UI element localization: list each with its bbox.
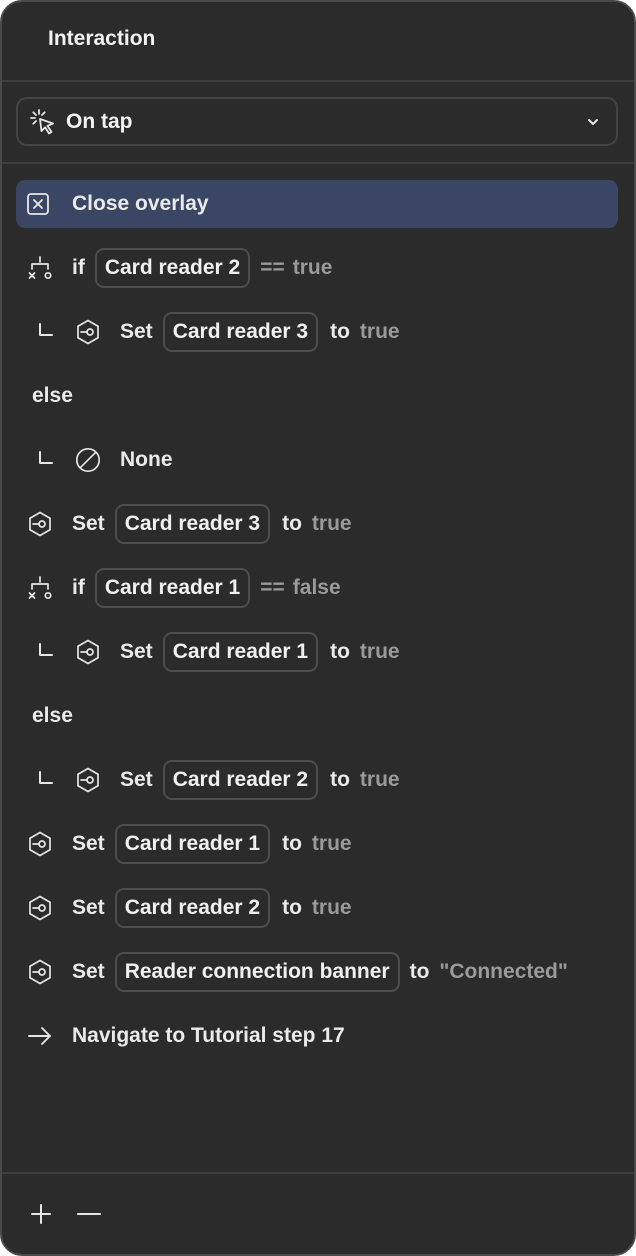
variable-chip[interactable]: Card reader 1 [94,568,251,608]
trigger-dropdown[interactable]: On tap [16,97,618,146]
interaction-panel: Interaction On tap Close overlay if Card… [0,0,636,1256]
variable-chip[interactable]: Card reader 3 [162,312,319,352]
value: true [311,832,352,855]
to-keyword: to [330,320,350,343]
elbow-connector-icon [39,323,53,336]
none-label: None [120,448,173,471]
set-variable-icon [26,958,54,986]
action-else: else [16,692,618,740]
action-if[interactable]: if Card reader 1 == false [16,564,618,612]
action-set[interactable]: Set Card reader 2 to true [16,884,618,932]
else-keyword: else [32,704,73,727]
minus-icon[interactable] [76,1201,102,1227]
branch-icon [26,574,54,602]
panel-footer [2,1172,634,1254]
trigger-section: On tap [2,82,634,164]
close-box-icon [24,190,52,218]
set-keyword: Set [120,640,153,663]
variable-chip[interactable]: Card reader 1 [114,824,271,864]
action-set[interactable]: Set Card reader 3 to true [16,500,618,548]
variable-chip[interactable]: Reader connection banner [114,952,400,992]
operator: == [260,256,285,279]
action-set[interactable]: Set Card reader 1 to true [16,820,618,868]
value: true [311,512,352,535]
trigger-label: On tap [66,109,133,133]
elbow-connector-icon [39,643,53,656]
set-keyword: Set [120,320,153,343]
set-variable-icon [26,894,54,922]
set-keyword: Set [72,960,105,983]
tap-sparkle-icon [28,107,58,137]
value: true [359,320,400,343]
action-set[interactable]: Set Card reader 1 to true [16,628,618,676]
action-set[interactable]: Set Reader connection banner to "Connect… [16,948,618,996]
action-if[interactable]: if Card reader 2 == true [16,244,618,292]
action-set[interactable]: Set Card reader 2 to true [16,756,618,804]
if-keyword: if [72,576,85,599]
to-keyword: to [282,832,302,855]
chevron-down-icon [584,113,602,131]
variable-chip[interactable]: Card reader 1 [162,632,319,672]
variable-chip[interactable]: Card reader 2 [114,888,271,928]
plus-icon[interactable] [28,1201,54,1227]
variable-chip[interactable]: Card reader 2 [94,248,251,288]
value: true [311,896,352,919]
set-variable-icon [74,638,102,666]
action-else: else [16,372,618,420]
action-label: Close overlay [72,192,209,215]
elbow-connector-icon [39,451,53,464]
variable-chip[interactable]: Card reader 3 [114,504,271,544]
branch-icon [26,254,54,282]
value: "Connected" [439,960,568,983]
arrow-right-icon [26,1022,54,1050]
action-close-overlay[interactable]: Close overlay [16,180,618,228]
none-slash-icon [74,446,102,474]
if-keyword: if [72,256,85,279]
to-keyword: to [282,896,302,919]
set-variable-icon [74,318,102,346]
elbow-connector-icon [39,771,53,784]
value: true [292,256,333,279]
action-none[interactable]: None [16,436,618,484]
variable-chip[interactable]: Card reader 2 [162,760,319,800]
set-keyword: Set [120,768,153,791]
set-variable-icon [74,766,102,794]
to-keyword: to [330,640,350,663]
action-navigate[interactable]: Navigate to Tutorial step 17 [16,1012,618,1060]
to-keyword: to [282,512,302,535]
to-keyword: to [409,960,430,983]
set-keyword: Set [72,896,105,919]
action-set[interactable]: Set Card reader 3 to true [16,308,618,356]
value: true [359,640,400,663]
set-keyword: Set [72,512,105,535]
panel-header: Interaction [2,2,634,82]
value: true [359,768,400,791]
value: false [292,576,341,599]
else-keyword: else [32,384,73,407]
operator: == [260,576,285,599]
set-keyword: Set [72,832,105,855]
to-keyword: to [330,768,350,791]
navigate-label: Navigate to Tutorial step 17 [72,1024,345,1047]
set-variable-icon [26,510,54,538]
set-variable-icon [26,830,54,858]
panel-title: Interaction [48,27,156,50]
